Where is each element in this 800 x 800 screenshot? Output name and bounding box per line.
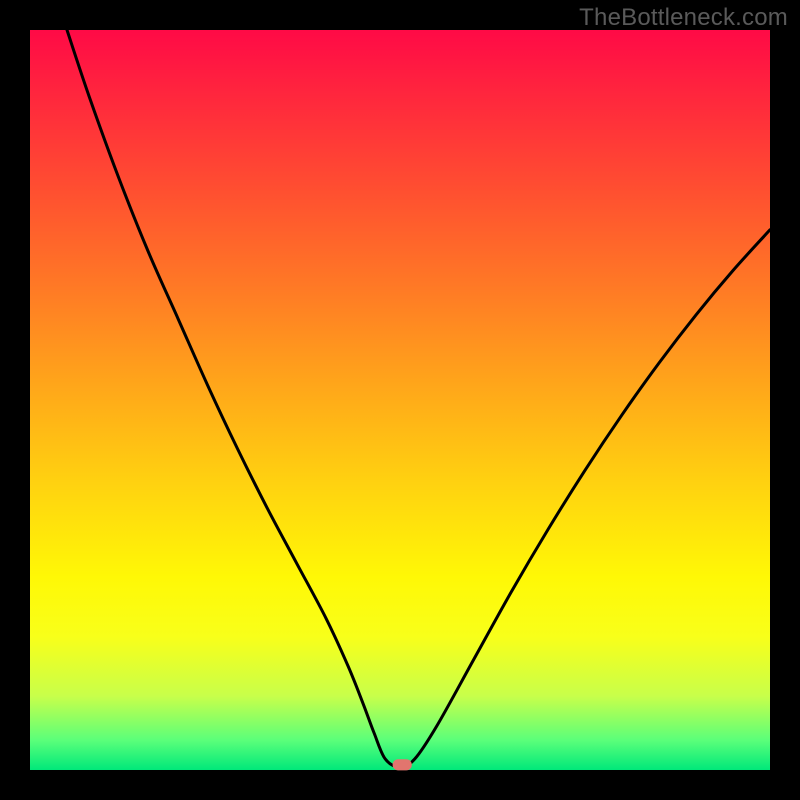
chart-frame: TheBottleneck.com: [0, 0, 800, 800]
watermark-text: TheBottleneck.com: [579, 4, 788, 32]
bottleneck-curve: [67, 30, 770, 767]
curve-svg: [30, 30, 770, 770]
plot-area: [30, 30, 770, 770]
optimum-point: [393, 759, 412, 770]
